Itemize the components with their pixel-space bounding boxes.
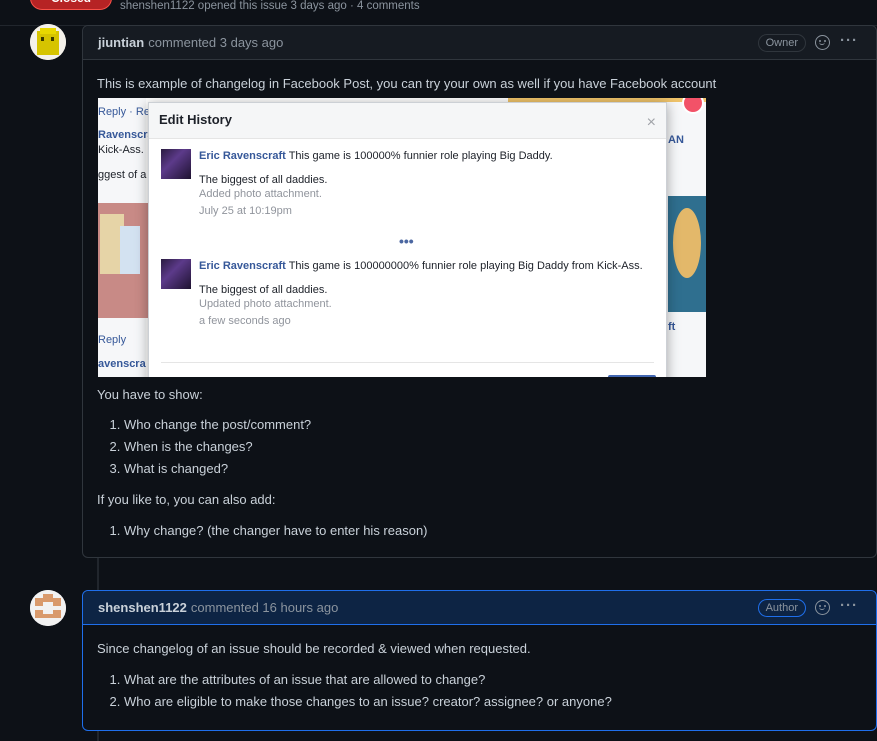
modal-title: Edit History — [159, 112, 232, 128]
fb-user-avatar — [161, 148, 191, 179]
edit-history-modal: Edit History × Eric Ravenscraft This gam… — [148, 101, 667, 377]
smiley-icon[interactable] — [815, 35, 830, 50]
fb-photo-left-detail-2 — [120, 225, 140, 274]
list-item: When is the changes? — [124, 436, 862, 458]
list-item: What are the attributes of an issue that… — [124, 669, 862, 691]
history-entry: Eric Ravenscraft This game is 100000% fu… — [161, 148, 651, 218]
show-list: Who change the post/comment? When is the… — [124, 414, 862, 480]
entry-line: The biggest of all daddies. — [199, 283, 328, 296]
show-heading: You have to show: — [97, 386, 203, 402]
entry-time: July 25 at 10:19pm — [199, 204, 292, 217]
fb-reply-link-2: Reply — [98, 333, 127, 346]
comment-author[interactable]: jiuntian — [98, 35, 144, 50]
entry-note: Added photo attachment. — [199, 187, 322, 200]
fb-side-right-2: ft — [668, 320, 676, 333]
entry-author: Eric Ravenscraft — [199, 259, 286, 272]
comment-timestamp[interactable]: commented 3 days ago — [148, 35, 283, 50]
entry-text: This game is 100000000% funnier role pla… — [288, 259, 643, 272]
kebab-icon[interactable]: ··· — [840, 33, 858, 48]
closed-state-badge: Closed — [30, 0, 112, 10]
question-list: What are the attributes of an issue that… — [124, 669, 862, 713]
list-item: Who change the post/comment? — [124, 414, 862, 436]
comment-author[interactable]: shenshen1122 — [98, 600, 187, 615]
avatar-jiuntian[interactable] — [30, 24, 66, 60]
owner-badge: Owner — [757, 34, 806, 52]
comment-shenshen1122: shenshen1122 commented 16 hours ago Auth… — [82, 590, 877, 731]
list-item: Why change? (the changer have to enter h… — [124, 520, 862, 542]
entry-text: This game is 100000% funnier role playin… — [288, 149, 553, 162]
fb-side-text-2: ggest of a — [98, 168, 147, 181]
history-entry: Eric Ravenscraft This game is 100000000%… — [161, 258, 651, 328]
entry-author: Eric Ravenscraft — [199, 149, 286, 162]
fb-side-text: Kick-Ass. — [98, 143, 144, 156]
fb-photo-right-face — [673, 207, 701, 278]
issue-meta-text: shenshen1122 opened this issue 3 days ag… — [120, 0, 420, 12]
kebab-icon[interactable]: ··· — [840, 598, 858, 613]
comment-header: jiuntian commented 3 days ago Owner ··· — [83, 26, 876, 60]
modal-button — [608, 374, 656, 377]
close-icon: × — [646, 113, 656, 131]
list-item: Who are eligible to make those changes t… — [124, 691, 862, 713]
entry-note: Updated photo attachment. — [199, 297, 332, 310]
modal-header: Edit History × — [149, 102, 666, 139]
facebook-edit-history-screenshot[interactable]: Reply · Re Ravenscra Kick-Ass. ggest of … — [98, 97, 706, 377]
fb-side-right-1: AN — [668, 133, 684, 146]
comment-body: This is example of changelog in Facebook… — [83, 60, 876, 566]
comment-body: Since changelog of an issue should be re… — [83, 625, 876, 737]
list-item: What is changed? — [124, 458, 862, 480]
more-dots-icon: ••• — [399, 232, 414, 249]
fb-reply-link: Reply · Re — [98, 105, 150, 118]
avatar-shenshen1122[interactable] — [30, 590, 66, 626]
smiley-icon[interactable] — [815, 600, 830, 615]
extra-heading: If you like to, you can also add: — [97, 492, 276, 507]
fb-side-name-2: avenscra — [98, 357, 146, 370]
comment-intro: Since changelog of an issue should be re… — [97, 641, 531, 656]
comment-header: shenshen1122 commented 16 hours ago Auth… — [83, 591, 876, 625]
comment-intro: This is example of changelog in Facebook… — [97, 76, 717, 91]
issue-meta-bar: Closed shenshen1122 opened this issue 3 … — [0, 0, 877, 26]
entry-line: The biggest of all daddies. — [199, 173, 328, 186]
entry-time: a few seconds ago — [199, 314, 291, 327]
author-badge: Author — [757, 599, 806, 617]
modal-divider — [161, 361, 654, 363]
comment-jiuntian: jiuntian commented 3 days ago Owner ··· … — [82, 25, 877, 558]
comment-timestamp[interactable]: commented 16 hours ago — [191, 600, 338, 615]
fb-user-avatar — [161, 258, 191, 289]
extra-list: Why change? (the changer have to enter h… — [124, 520, 862, 542]
